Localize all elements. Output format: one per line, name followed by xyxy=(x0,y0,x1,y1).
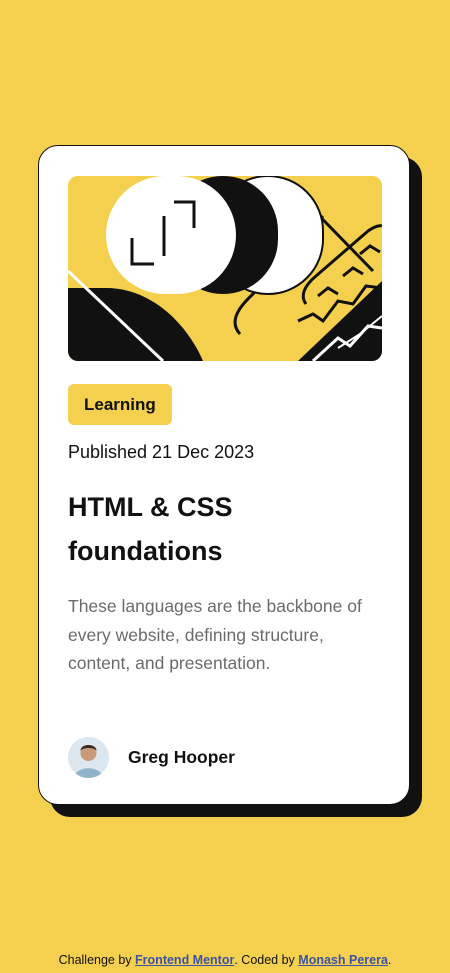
author-name: Greg Hooper xyxy=(128,747,235,767)
card-description: These languages are the backbone of ever… xyxy=(68,596,362,674)
attribution-middle: . Coded by xyxy=(234,953,299,967)
frontend-mentor-link[interactable]: Frontend Mentor xyxy=(135,953,234,967)
author-avatar xyxy=(68,737,109,778)
attribution-suffix: . xyxy=(387,953,392,967)
attribution: Challenge by Frontend Mentor. Coded by M… xyxy=(0,953,450,967)
author-link[interactable]: Monash Perera xyxy=(298,953,388,967)
author: Greg Hooper xyxy=(68,737,235,778)
blog-preview-card: Learning Published 21 Dec 2023 HTML & CS… xyxy=(38,145,410,805)
attribution-prefix: Challenge by xyxy=(58,953,136,967)
published-date: Published 21 Dec 2023 xyxy=(68,442,255,462)
card-title[interactable]: HTML & CSS foundations xyxy=(68,485,368,573)
hero-illustration xyxy=(68,176,382,361)
category-tag: Learning xyxy=(68,384,172,425)
